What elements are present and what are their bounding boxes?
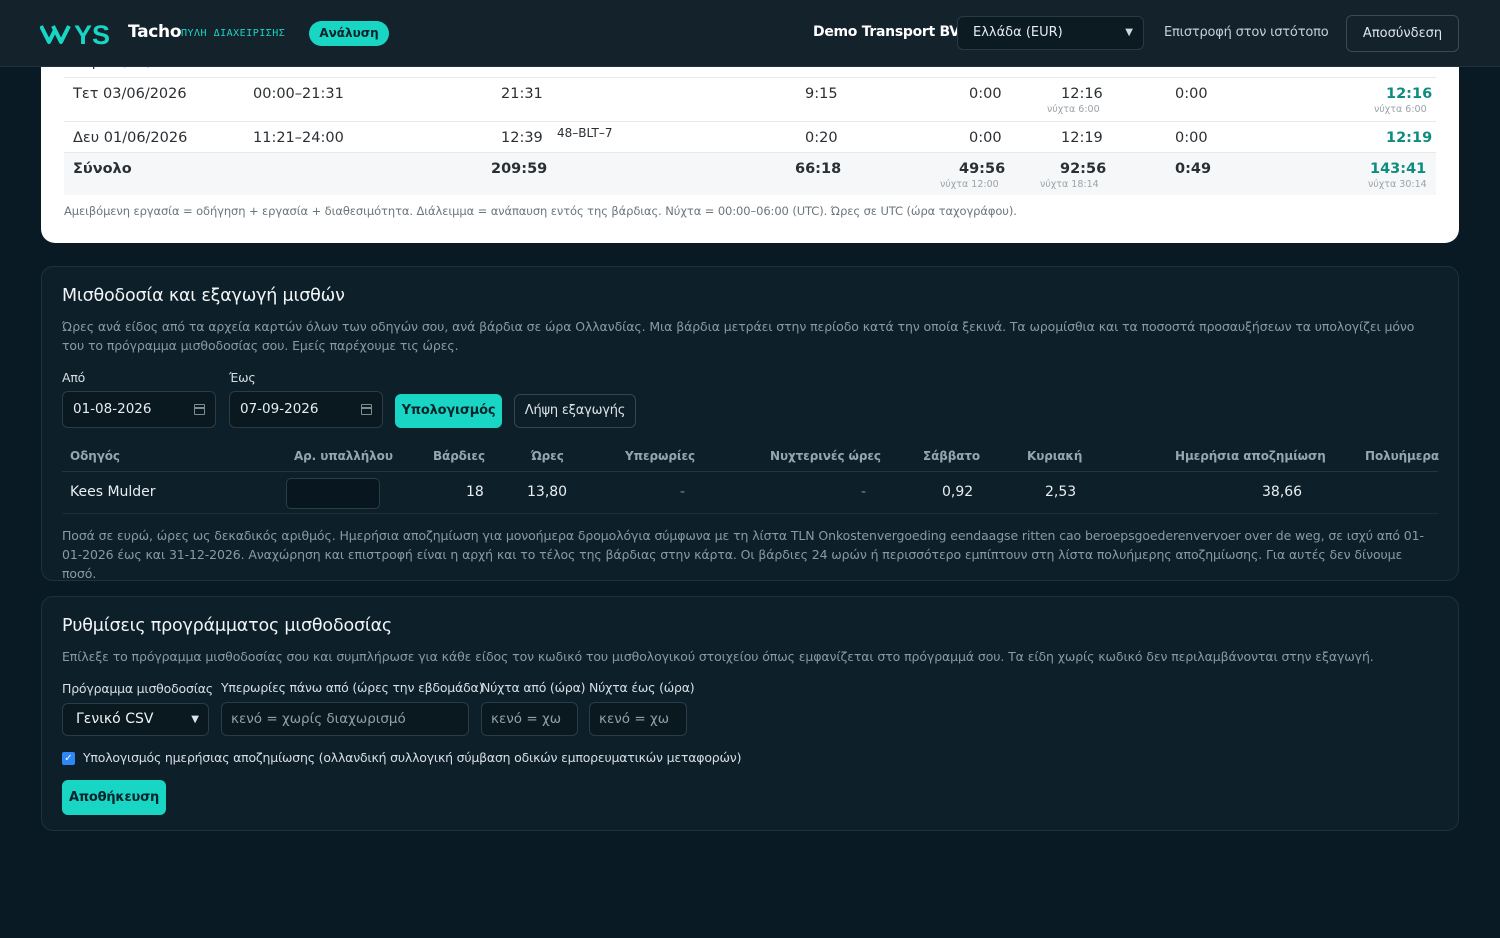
col-night-hours: Νυχτερινές ώρες [770, 449, 881, 463]
cell-span: 00:00–21:31 [253, 86, 344, 102]
logo-icon[interactable]: YS [40, 20, 120, 48]
from-label: Από [62, 370, 86, 385]
to-date-input[interactable]: 07-09-2026 [229, 391, 383, 428]
from-date-input[interactable]: 01-08-2026 [62, 391, 216, 428]
col-hours: Ώρες [531, 449, 564, 463]
cell-span: 11:21–24:00 [253, 130, 344, 146]
cell-avail: 0:00 [969, 130, 1002, 146]
company-name: Demo Transport BV [813, 24, 960, 40]
payroll-note: Ποσά σε ευρώ, ώρες ως δεκαδικός αριθμός.… [62, 528, 1424, 581]
cell-sunday: 2,53 [1045, 484, 1077, 500]
daily-allowance-label: Υπολογισμός ημερήσιας αποζημίωσης (ολλαν… [83, 750, 742, 765]
cell-total: 21:31 [501, 86, 543, 102]
calculate-button[interactable]: Υπολογισμός [395, 394, 502, 428]
total-row: Σύνολο 209:59 66:18 49:56 νύχτα 12:00 92… [64, 153, 1436, 195]
save-button[interactable]: Αποθήκευση [62, 780, 166, 815]
chevron-down-icon: ▼ [1125, 27, 1133, 38]
total-net: 143:41 [1370, 161, 1427, 177]
cell-hours: 13,80 [527, 484, 568, 500]
program-label: Πρόγραμμα μισθοδοσίας [62, 681, 213, 696]
col-employee-no: Αρ. υπαλλήλου [294, 449, 393, 463]
cell-avail: 0:00 [969, 86, 1002, 102]
back-to-site-link[interactable]: Επιστροφή στον ιστότοπο [1164, 25, 1329, 40]
payroll-title: Μισθοδοσία και εξαγωγή μισθών [62, 286, 345, 306]
cell-net: 12:16 [1386, 86, 1433, 102]
night-to-label: Νύχτα έως (ώρα) [589, 680, 695, 695]
overtime-label: Υπερωρίες πάνω από (ώρες την εβδομάδα) [221, 680, 484, 695]
cell-paid: 12:19 [1061, 130, 1103, 146]
total-paid-night: νύχτα 18:14 [1040, 179, 1099, 190]
total-label: Σύνολο [73, 161, 132, 177]
calendar-icon[interactable] [194, 404, 205, 415]
total-avail: 49:56 [959, 161, 1006, 177]
payroll-program-select[interactable]: Γενικό CSV ▼ [62, 703, 209, 736]
calendar-icon[interactable] [361, 404, 372, 415]
cell-net: 12:19 [1386, 130, 1433, 146]
country-select-value: Ελλάδα (EUR) [973, 25, 1063, 40]
payroll-program-value: Γενικό CSV [76, 711, 154, 727]
night-from-input[interactable]: κενό = χω [481, 702, 578, 736]
payroll-description: Ώρες ανά είδος από τα αρχεία καρτών όλων… [62, 319, 1415, 353]
settings-description: Επίλεξε το πρόγραμμα μισθοδοσίας σου και… [62, 649, 1374, 664]
cell-saturday: 0,92 [942, 484, 974, 500]
night-to-input[interactable]: κενό = χω [589, 702, 687, 736]
country-select[interactable]: Ελλάδα (EUR) ▼ [957, 16, 1144, 50]
top-bar: YS Tacho ΠΥΛΗ ΔΙΑΧΕΙΡΙΣΗΣ Ανάλυση Demo T… [0, 0, 1500, 67]
payroll-settings-section: Ρυθμίσεις προγράμματος μισθοδοσίας Επίλε… [41, 596, 1459, 831]
to-date-value: 07-09-2026 [240, 401, 319, 417]
total-hours: 209:59 [491, 161, 548, 177]
col-daily-allowance: Ημερήσια αποζημίωση [1175, 449, 1326, 463]
cell-net-night: νύχτα 6:00 [1374, 104, 1427, 115]
cell-night-hours: - [861, 484, 867, 500]
col-driver: Οδηγός [70, 449, 120, 463]
cell-driver: Kees Mulder [70, 484, 156, 500]
payroll-section: Μισθοδοσία και εξαγωγή μισθών Ώρες ανά ε… [41, 266, 1459, 581]
brand-portal: ΠΥΛΗ ΔΙΑΧΕΙΡΙΣΗΣ [181, 28, 286, 39]
logo-text: YS [74, 20, 110, 48]
cell-vehicle: 48–BLT–7 [557, 126, 613, 140]
brand-product: Tacho [128, 22, 182, 42]
table-row: Τετ 03/06/2026 00:00–21:31 21:31 9:15 0:… [64, 78, 1436, 122]
col-shifts: Βάρδιες [433, 449, 485, 463]
total-break: 0:49 [1175, 161, 1212, 177]
table-header-divider [62, 471, 1438, 472]
from-date-value: 01-08-2026 [73, 401, 152, 417]
cell-break: 0:00 [1175, 86, 1208, 102]
cell-break: 0:00 [1175, 130, 1208, 146]
cell-paid: 12:16 [1061, 86, 1103, 102]
total-paid: 92:56 [1060, 161, 1107, 177]
cell-shifts: 18 [466, 484, 484, 500]
col-overtime: Υπερωρίες [625, 449, 696, 463]
total-net-night: νύχτα 30:14 [1368, 179, 1427, 190]
cell-daily-allowance: 38,66 [1262, 484, 1303, 500]
total-work: 66:18 [795, 161, 842, 177]
cell-day: Τετ 03/06/2026 [73, 86, 187, 102]
col-sunday: Κυριακή [1027, 449, 1083, 463]
download-export-button[interactable]: Λήψη εξαγωγής [514, 394, 636, 428]
col-multiday: Πολυήμερα [1365, 449, 1439, 463]
cell-day: Δευ 01/06/2026 [73, 130, 188, 146]
chevron-down-icon: ▼ [191, 714, 199, 725]
cell-paid-night: νύχτα 6:00 [1047, 104, 1100, 115]
cell-total: 12:39 [501, 130, 543, 146]
shift-table-footnote: Αμειβόμενη εργασία = οδήγηση + εργασία +… [64, 204, 1017, 218]
cell-work: 0:20 [805, 130, 838, 146]
logout-button[interactable]: Αποσύνδεση [1346, 15, 1459, 52]
total-avail-night: νύχτα 12:00 [940, 179, 999, 190]
settings-title: Ρυθμίσεις προγράμματος μισθοδοσίας [62, 616, 392, 636]
shift-table-card: Πεμ 04/06/2026 07:25–22:25 12:00 0:27 0:… [41, 40, 1459, 243]
cell-overtime: - [680, 484, 686, 500]
analysis-pill[interactable]: Ανάλυση [309, 21, 389, 46]
cell-work: 9:15 [805, 86, 838, 102]
table-row-divider [62, 513, 1438, 514]
overtime-threshold-input[interactable]: κενό = χωρίς διαχωρισμό [221, 702, 469, 736]
employee-number-input[interactable] [286, 478, 380, 509]
col-saturday: Σάββατο [923, 449, 981, 463]
table-row: Δευ 01/06/2026 11:21–24:00 12:39 48–BLT–… [64, 122, 1436, 153]
night-from-label: Νύχτα από (ώρα) [481, 680, 586, 695]
to-label: Έως [229, 370, 256, 385]
daily-allowance-checkbox[interactable]: ✓ [62, 752, 75, 765]
